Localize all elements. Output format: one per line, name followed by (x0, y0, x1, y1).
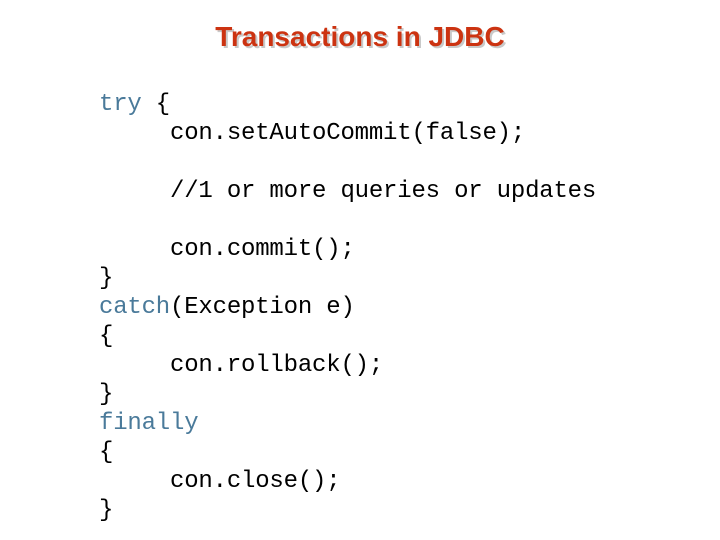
page-title: Transactions in JDBC (215, 21, 505, 52)
code-text: con.rollback(); (170, 352, 384, 379)
code-text: //1 or more queries or updates (170, 178, 597, 205)
code-keyword: try (99, 91, 142, 118)
code-text: (Exception e) (170, 294, 355, 321)
code-keyword: finally (99, 410, 199, 437)
code-text: con.setAutoCommit(false); (170, 120, 526, 147)
code-line: con.commit(); (99, 235, 709, 264)
code-text: { (99, 439, 114, 466)
code-line: //1 or more queries or updates (99, 177, 709, 206)
code-text: } (99, 265, 114, 292)
code-line: finally (99, 409, 709, 438)
code-text: } (99, 497, 114, 524)
code-line: { (99, 322, 709, 351)
code-text: { (141, 91, 171, 118)
code-text: con.commit(); (170, 236, 355, 263)
code-text: con.close(); (170, 468, 341, 495)
code-line: try { (99, 90, 709, 119)
slide-canvas: Transactions in JDBC try { con.setAutoCo… (0, 0, 720, 540)
code-line: } (99, 380, 709, 409)
code-line: con.rollback(); (99, 351, 709, 380)
code-line: con.setAutoCommit(false); (99, 119, 709, 148)
code-text: { (99, 323, 114, 350)
code-line: con.close(); (99, 467, 709, 496)
code-line: } (99, 496, 709, 525)
code-text: } (99, 381, 114, 408)
code-line: catch(Exception e) (99, 293, 709, 322)
code-line: { (99, 438, 709, 467)
code-line: } (99, 264, 709, 293)
code-block: try { con.setAutoCommit(false); //1 or m… (99, 90, 709, 525)
code-keyword: catch (99, 294, 171, 321)
